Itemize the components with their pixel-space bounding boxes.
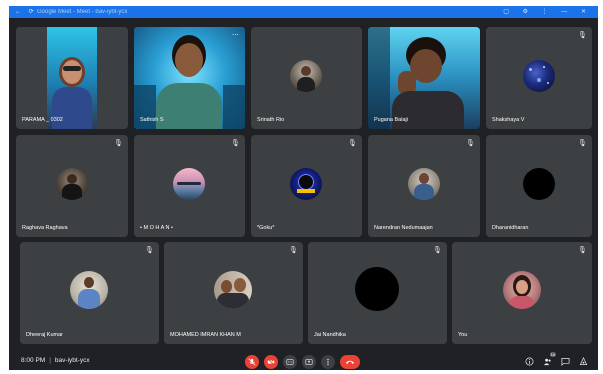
participant-video	[134, 27, 245, 129]
microphone-off-icon: 🎙	[578, 247, 587, 254]
captions-button[interactable]	[283, 355, 297, 369]
participant-name: Jai Nandhika	[314, 332, 346, 338]
participant-tile-mohan[interactable]: 🎙 • M O H A N •	[134, 135, 245, 237]
info-icon	[525, 357, 533, 365]
participant-tile-sathish[interactable]: ⋯ Sathish S	[134, 27, 245, 129]
participant-tile-srinath[interactable]: Srinath Rio	[251, 27, 362, 129]
microphone-off-icon: 🎙	[433, 247, 442, 254]
avatar	[290, 168, 322, 200]
participant-tile-jai[interactable]: 🎙 Jai Nandhika	[308, 242, 447, 344]
browser-title-bar: ← ⟳ Google Meet - Meet - bav-iybt-ycx ▢ …	[9, 6, 598, 18]
more-options-icon[interactable]: ⋯	[231, 31, 240, 40]
participant-name: Srinath Rio	[257, 117, 285, 123]
chat-icon	[561, 357, 569, 366]
avatar	[173, 168, 205, 200]
avatar	[503, 271, 541, 309]
participant-name: Dheeraj Kumar	[26, 332, 63, 338]
microphone-off-icon: 🎙	[231, 140, 240, 147]
meeting-code: bav-iybt-ycx	[54, 357, 90, 364]
microphone-toggle-button[interactable]	[245, 355, 259, 369]
participant-tile-dharanidharan[interactable]: 🎙 Dharanidharan	[486, 135, 592, 237]
captions-icon	[286, 359, 294, 365]
participant-tile-mohamed[interactable]: 🎙 MOHAMED IMRAN KHAN M	[164, 242, 303, 344]
activities-button[interactable]	[578, 356, 588, 366]
participant-name: • M O H A N •	[140, 225, 173, 231]
participant-name: Shakshaya V	[492, 117, 525, 123]
participant-tile-parama[interactable]: PARAMA _ 0302	[16, 27, 128, 129]
participant-tile-goku[interactable]: 🎙 *Goku*	[251, 135, 362, 237]
microphone-off-icon: 🎙	[289, 247, 298, 254]
avatar	[523, 60, 555, 92]
participant-name: Pugana Balaji	[374, 117, 408, 123]
end-call-icon	[346, 360, 354, 364]
participant-name: *Goku*	[257, 225, 275, 231]
avatar	[70, 271, 108, 309]
participant-tile-shakshaya[interactable]: 🎙 Shakshaya V	[486, 27, 592, 129]
camera-off-icon	[267, 358, 275, 366]
window-title: Google Meet - Meet - bav-iybt-ycx	[37, 9, 128, 15]
microphone-off-icon: 🎙	[114, 140, 123, 147]
avatar	[56, 168, 88, 200]
main-controls	[245, 355, 360, 369]
participant-name: You	[458, 332, 468, 338]
avatar	[290, 60, 322, 92]
participant-name: PARAMA _ 0302	[22, 117, 63, 123]
participant-tile-you[interactable]: 🎙 You	[452, 242, 592, 344]
camera-toggle-button[interactable]	[264, 355, 278, 369]
avatar	[408, 168, 440, 200]
microphone-off-icon: 🎙	[348, 140, 357, 147]
avatar	[355, 267, 399, 311]
meeting-info-button[interactable]	[524, 356, 534, 366]
participant-video	[47, 27, 97, 129]
participant-name: Raghava Raghava	[22, 225, 68, 231]
browser-nav-icons[interactable]: ← ⟳	[15, 6, 37, 18]
participant-name: Narendran Nedumaajan	[374, 225, 433, 231]
meet-window: ← ⟳ Google Meet - Meet - bav-iybt-ycx ▢ …	[9, 6, 598, 370]
participant-name: Dharanidharan	[492, 225, 529, 231]
people-button[interactable]: 14	[542, 352, 556, 366]
microphone-off-icon: 🎙	[466, 140, 475, 147]
participant-tile-narendran[interactable]: 🎙 Narendran Nedumaajan	[368, 135, 480, 237]
avatar	[523, 168, 555, 200]
participant-video	[368, 27, 480, 129]
microphone-off-icon: 🎙	[145, 247, 154, 254]
current-time: 8:00 PM	[21, 357, 46, 364]
participant-tile-raghava[interactable]: 🎙 Raghava Raghava	[16, 135, 128, 237]
side-panel-controls: 14	[524, 352, 588, 366]
present-icon	[305, 359, 313, 365]
microphone-off-icon: 🎙	[578, 140, 587, 147]
participant-tile-pugana[interactable]: Pugana Balaji	[368, 27, 480, 129]
microphone-off-icon	[248, 358, 256, 366]
more-options-button[interactable]	[321, 355, 335, 369]
people-count-badge: 14	[549, 352, 556, 357]
avatar	[214, 271, 252, 309]
window-controls[interactable]: ▢ ⚙ ⋮ — ✕	[503, 6, 592, 18]
microphone-off-icon: 🎙	[578, 32, 587, 39]
leave-call-button[interactable]	[340, 355, 360, 369]
call-controls-bar: 8:00 PM | bav-iybt-ycx 14	[9, 352, 598, 370]
people-icon	[543, 358, 551, 365]
participant-tile-dheeraj[interactable]: 🎙 Dheeraj Kumar	[20, 242, 159, 344]
present-button[interactable]	[302, 355, 316, 369]
participant-name: MOHAMED IMRAN KHAN M	[170, 332, 241, 338]
meeting-details: 8:00 PM | bav-iybt-ycx	[21, 357, 90, 364]
more-options-icon	[327, 358, 329, 366]
chat-button[interactable]	[560, 356, 570, 366]
separator: |	[49, 357, 51, 364]
activities-icon	[579, 356, 587, 365]
participant-name: Sathish S	[140, 117, 164, 123]
